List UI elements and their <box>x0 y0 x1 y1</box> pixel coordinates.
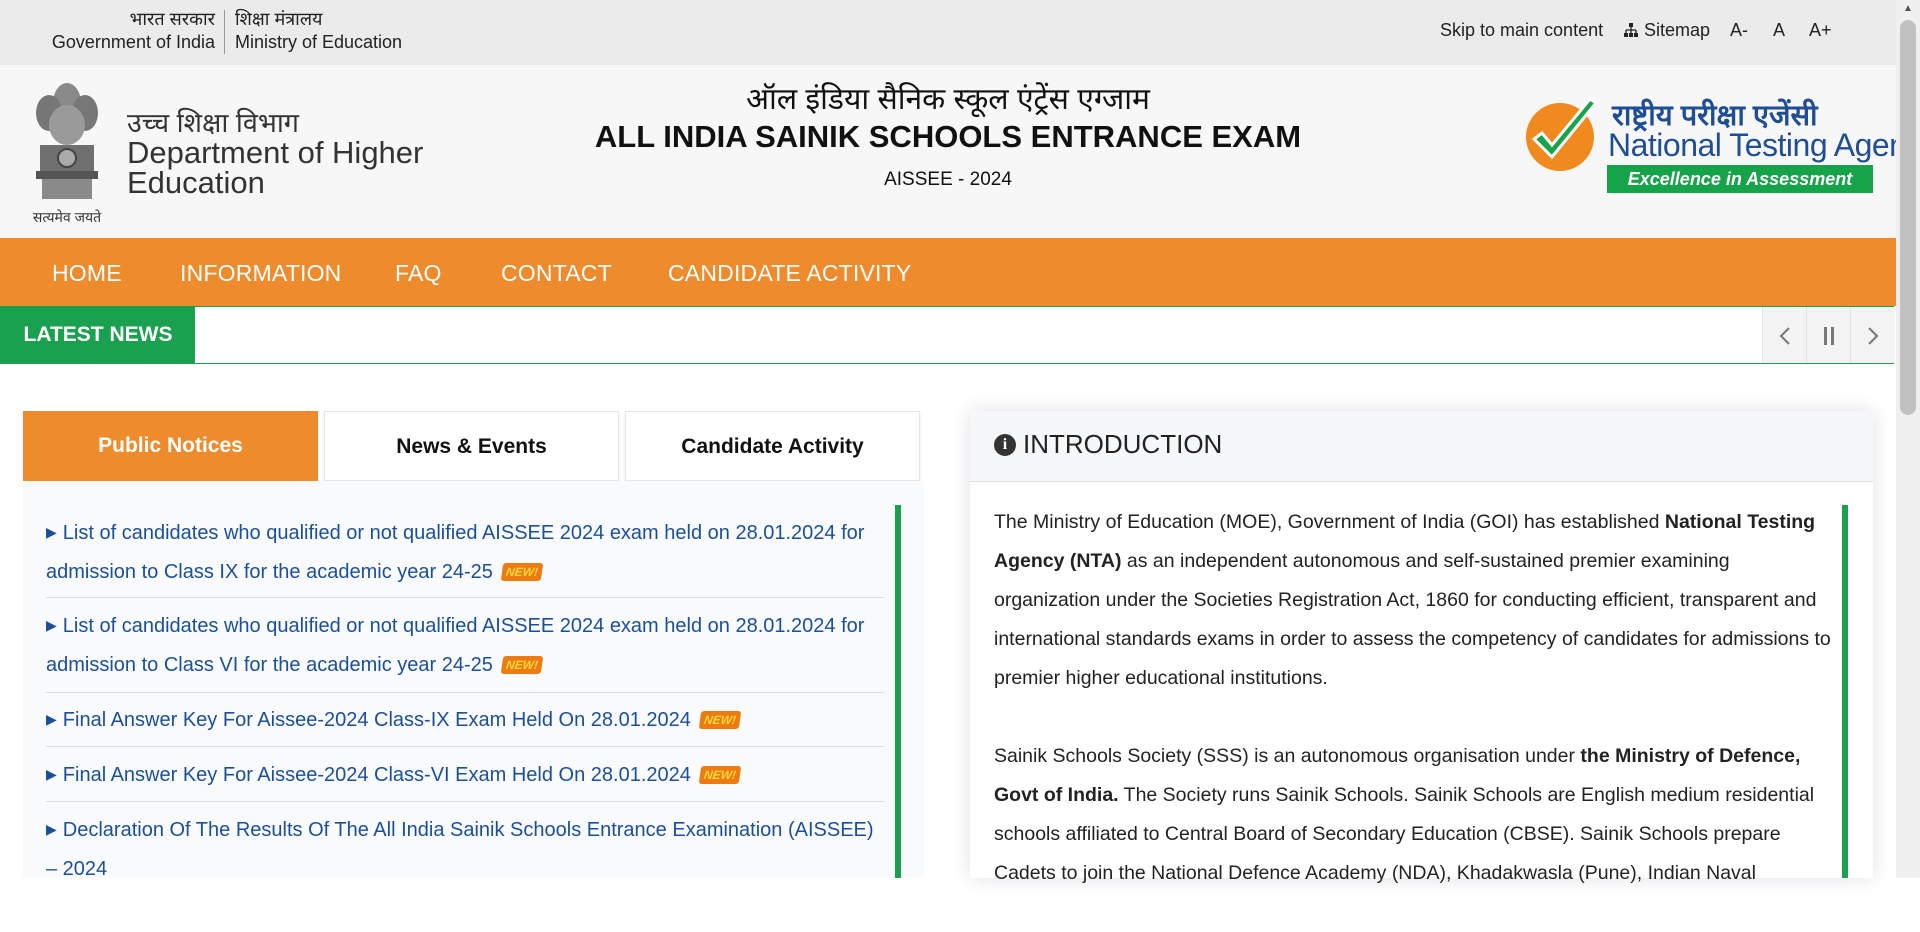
divider <box>224 10 225 54</box>
new-badge: NEW! <box>501 656 544 674</box>
scrollbar-thumb[interactable] <box>1900 20 1916 415</box>
introduction-title: INTRODUCTION <box>1023 429 1223 459</box>
skip-to-main-content-link[interactable]: Skip to main content <box>1440 20 1603 41</box>
nav-contact[interactable]: CONTACT <box>501 260 612 287</box>
site-header: सत्यमेव जयते उच्च शिक्षा विभाग Departmen… <box>0 65 1920 238</box>
notice-item[interactable]: ▶ List of candidates who qualified or not… <box>46 513 884 598</box>
intro-text: Sainik Schools Society (SSS) is an auton… <box>994 745 1581 767</box>
notice-item[interactable]: ▶ List of candidates who qualified or not… <box>46 606 884 693</box>
new-badge: NEW! <box>699 766 742 784</box>
new-badge: NEW! <box>501 563 544 581</box>
notice-tabs: Public Notices News & Events Candidate A… <box>23 411 923 481</box>
top-utility-bar: भारत सरकार Government of India शिक्षा मं… <box>0 0 1896 66</box>
intro-accent-bar <box>1842 505 1848 878</box>
intro-paragraph-2: Sainik Schools Society (SSS) is an auton… <box>994 737 1839 893</box>
notice-link[interactable]: Final Answer Key For Aissee-2024 Class-V… <box>63 764 691 786</box>
introduction-body: The Ministry of Education (MOE), Governm… <box>994 503 1839 932</box>
nta-tagline: Excellence in Assessment <box>1607 165 1873 193</box>
ministry-english-label: Ministry of Education <box>235 32 403 52</box>
notice-item[interactable]: ▶ Declaration Of The Results Of The All I… <box>46 810 884 890</box>
gov-english-label: Government of India <box>51 32 215 52</box>
info-icon: i <box>994 434 1016 456</box>
nav-home[interactable]: HOME <box>52 260 122 287</box>
chevron-left-icon <box>1779 326 1790 345</box>
ministry-of-education: शिक्षा मंत्रालय Ministry of Education <box>235 8 402 54</box>
latest-news-label: LATEST NEWS <box>1 307 195 363</box>
government-of-india: भारत सरकार Government of India <box>51 8 215 54</box>
tab-candidate-activity[interactable]: Candidate Activity <box>625 411 920 481</box>
tab-public-notices[interactable]: Public Notices <box>23 411 318 481</box>
font-decrease-button[interactable]: A- <box>1730 20 1748 41</box>
caret-right-icon: ▶ <box>46 821 57 837</box>
caret-right-icon: ▶ <box>46 524 57 540</box>
notice-link[interactable]: Final Answer Key For Aissee-2024 Class-I… <box>63 709 691 731</box>
gov-hindi-label: भारत सरकार <box>129 9 215 29</box>
emblem-motto: सत्यमेव जयते <box>32 209 102 225</box>
nta-check-logo <box>1526 97 1599 171</box>
sitemap-label: Sitemap <box>1644 20 1711 40</box>
notice-item[interactable]: ▶ Final Answer Key For Aissee-2024 Class-… <box>46 755 884 802</box>
intro-text: The Ministry of Education (MOE), Governm… <box>994 511 1665 533</box>
font-normal-button[interactable]: A <box>1773 20 1785 41</box>
news-next-button[interactable] <box>1850 307 1895 363</box>
intro-paragraph-1: The Ministry of Education (MOE), Governm… <box>994 503 1839 698</box>
caret-right-icon: ▶ <box>46 711 57 727</box>
caret-right-icon: ▶ <box>46 766 57 782</box>
news-pause-button[interactable] <box>1806 307 1851 363</box>
scroll-up-arrow-icon[interactable]: ▲ <box>1900 3 1916 14</box>
introduction-panel: i INTRODUCTION The Ministry of Education… <box>970 411 1873 884</box>
notice-item[interactable]: ▶ Final Answer Key For Aissee-2024 Class-… <box>46 700 884 747</box>
sitemap-icon <box>1624 23 1638 37</box>
latest-news-ticker: LATEST NEWS <box>0 306 1895 364</box>
nta-english-name: National Testing Agency <box>1608 127 1920 163</box>
sitemap-link[interactable]: Sitemap <box>1623 20 1710 41</box>
news-prev-button[interactable] <box>1762 307 1807 363</box>
notice-link[interactable]: List of candidates who qualified or not … <box>46 522 864 583</box>
caret-right-icon: ▶ <box>46 617 57 633</box>
pause-icon <box>1824 326 1834 345</box>
ministry-hindi-label: शिक्षा मंत्रालय <box>235 9 323 29</box>
nav-candidate-activity[interactable]: CANDIDATE ACTIVITY <box>668 260 911 287</box>
notice-link[interactable]: Declaration Of The Results Of The All In… <box>46 819 874 880</box>
notice-accent-bar <box>895 505 901 878</box>
notice-link[interactable]: List of candidates who qualified or not … <box>46 615 864 676</box>
introduction-header: i INTRODUCTION <box>970 411 1873 482</box>
nav-information[interactable]: INFORMATION <box>180 260 341 287</box>
new-badge: NEW! <box>699 711 742 729</box>
chevron-right-icon <box>1868 326 1879 345</box>
tab-news-events[interactable]: News & Events <box>324 411 619 481</box>
main-navigation: HOME INFORMATION FAQ CONTACT CANDIDATE A… <box>0 238 1896 306</box>
font-increase-button[interactable]: A+ <box>1809 20 1832 41</box>
nav-faq[interactable]: FAQ <box>395 260 442 287</box>
